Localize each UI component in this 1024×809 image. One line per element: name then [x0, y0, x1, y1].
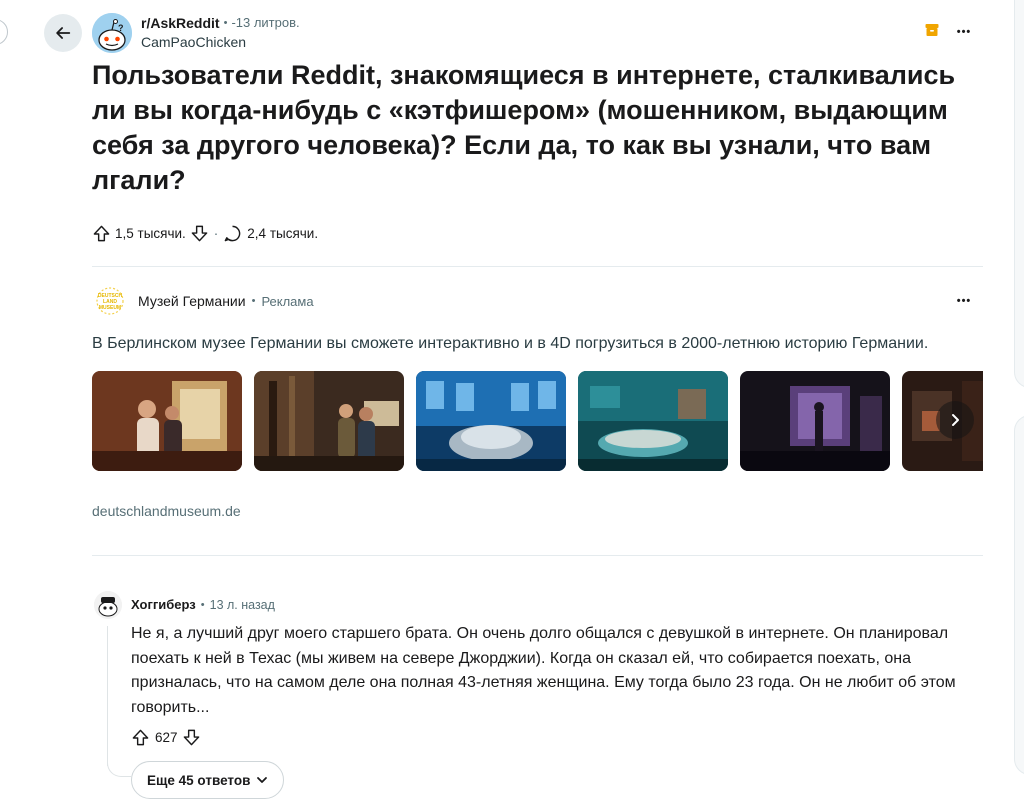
chevron-down-icon [257, 777, 268, 783]
back-button[interactable] [44, 14, 82, 52]
gallery-image[interactable] [92, 371, 242, 471]
gallery-next-button[interactable] [936, 401, 974, 439]
upvote-button[interactable] [92, 224, 111, 243]
sidebar-card-top [1014, 0, 1024, 388]
post-score: 1,5 тысячи. [115, 225, 186, 241]
post-author[interactable]: CamPaoChicken [141, 34, 246, 50]
more-replies-button[interactable]: Еще 45 ответов [131, 761, 285, 799]
post-action-bar: 1,5 тысячи. · 2,4 тысячи. [92, 221, 318, 245]
comment-author-avatar[interactable] [94, 591, 122, 619]
thread-line[interactable] [107, 626, 108, 766]
ad-meta: Музей Германии • Реклама [138, 293, 314, 309]
post-time: -13 литров. [231, 15, 300, 30]
downvote-button[interactable] [190, 224, 209, 243]
more-options-icon: ••• [956, 26, 972, 38]
comment-icon [224, 225, 241, 241]
left-edge-control [0, 19, 8, 45]
divider [92, 266, 983, 267]
divider [92, 555, 983, 556]
chevron-right-icon [952, 414, 959, 426]
svg-text:?: ? [118, 23, 124, 33]
comment-score: 627 [155, 729, 178, 745]
back-arrow-icon [56, 27, 71, 39]
separator-dot: • [251, 295, 256, 307]
comment-time: 13 л. назад [209, 597, 275, 612]
svg-text:MUSEUM: MUSEUM [99, 305, 121, 311]
promoted-label: Реклама [261, 293, 314, 309]
upvote-icon [93, 225, 110, 241]
gallery-image[interactable] [578, 371, 728, 471]
post-more-options-button[interactable]: ••• [950, 22, 978, 42]
advertiser-logo[interactable]: DEUTSCH LAND MUSEUM [92, 285, 128, 317]
comment-body: Не я, а лучший друг моего старшего брата… [131, 625, 956, 716]
post-meta: r/AskReddit • -13 литров. [141, 14, 300, 32]
reddit-mascot-icon: ? [92, 13, 132, 53]
gallery-image[interactable] [416, 371, 566, 471]
separator-dot: • [200, 598, 205, 611]
ad-text: В Берлинском музее Германии вы сможете и… [92, 335, 929, 352]
more-replies-label: Еще 45 ответов [147, 772, 251, 788]
downvote-icon [191, 225, 208, 241]
comment-upvote-button[interactable] [131, 728, 150, 747]
ad-domain-link[interactable]: deutschlandmuseum.de [92, 503, 241, 519]
thread-line-curve [107, 750, 131, 777]
ad-more-options-button[interactable]: ••• [950, 291, 978, 311]
comments-button[interactable]: 2,4 тысячи. [223, 224, 318, 243]
separator-dot: • [223, 17, 228, 29]
gallery-image[interactable] [254, 371, 404, 471]
comment-downvote-button[interactable] [182, 728, 201, 747]
more-options-icon: ••• [956, 295, 972, 307]
ad-image-gallery [92, 371, 983, 471]
comment-meta: Хоггиберз • 13 л. назад [131, 597, 275, 612]
user-avatar-icon [94, 591, 122, 619]
subreddit-avatar[interactable]: ? [92, 13, 132, 53]
archive-icon [925, 24, 939, 36]
action-separator: · [213, 225, 219, 241]
sidebar-card-bottom [1014, 415, 1024, 775]
advertiser-name[interactable]: Музей Германии [138, 293, 246, 309]
comment-action-bar: 627 [131, 726, 201, 748]
post-title: Пользователи Reddit, знакомящиеся в инте… [92, 60, 956, 195]
comment-count: 2,4 тысячи. [247, 225, 319, 241]
subreddit-name[interactable]: r/AskReddit [141, 14, 220, 32]
downvote-icon [183, 729, 199, 745]
gallery-image[interactable] [740, 371, 890, 471]
comment-author[interactable]: Хоггиберз [131, 597, 196, 612]
upvote-icon [132, 729, 149, 745]
